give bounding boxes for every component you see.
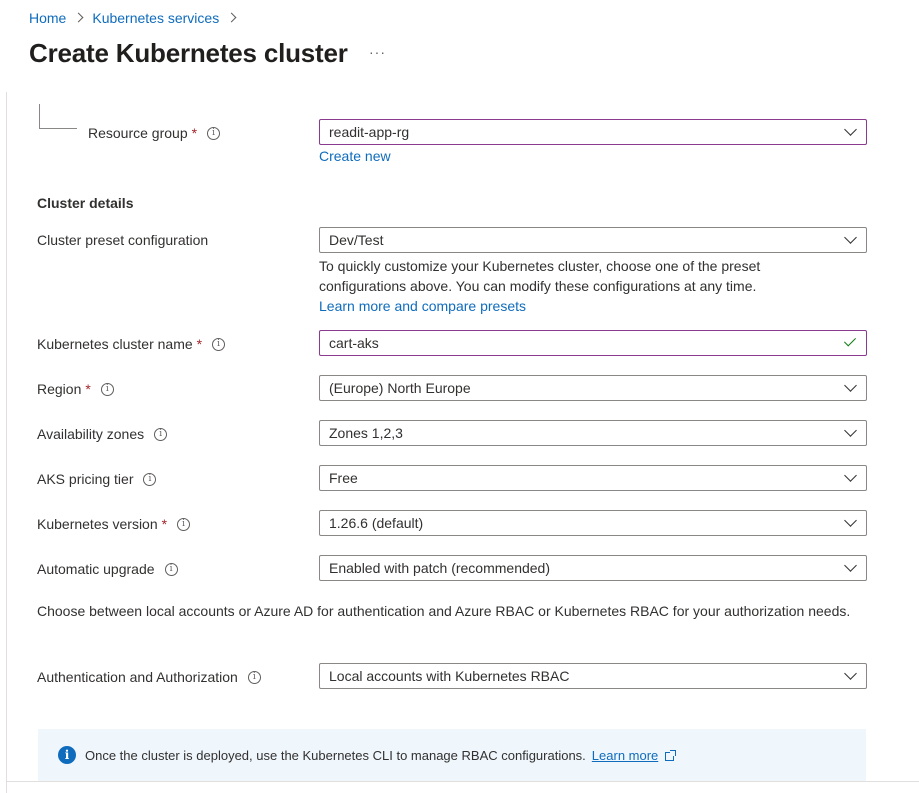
- breadcrumb-kubernetes-services-link[interactable]: Kubernetes services: [92, 10, 219, 26]
- kubernetes-version-value: 1.26.6 (default): [329, 515, 424, 531]
- region-dropdown[interactable]: (Europe) North Europe: [319, 375, 867, 401]
- auth-value: Local accounts with Kubernetes RBAC: [329, 668, 570, 684]
- kubernetes-version-dropdown[interactable]: 1.26.6 (default): [319, 510, 867, 536]
- automatic-upgrade-dropdown[interactable]: Enabled with patch (recommended): [319, 555, 867, 581]
- auth-dropdown[interactable]: Local accounts with Kubernetes RBAC: [319, 663, 867, 689]
- required-marker: *: [196, 336, 203, 352]
- info-icon[interactable]: i: [154, 427, 168, 441]
- content-divider-left: [6, 92, 7, 793]
- page-title: Create Kubernetes cluster: [29, 38, 348, 68]
- pricing-tier-value: Free: [329, 470, 358, 486]
- cluster-preset-label: Cluster preset configuration: [37, 230, 208, 250]
- required-marker: *: [191, 125, 198, 141]
- region-label-text: Region: [37, 381, 82, 397]
- kubernetes-version-label: Kubernetes version * i: [37, 514, 191, 534]
- more-options-button[interactable]: ···: [369, 44, 386, 60]
- cluster-preset-value: Dev/Test: [329, 232, 384, 248]
- automatic-upgrade-value: Enabled with patch (recommended): [329, 560, 551, 576]
- resource-group-label: Resource group * i: [88, 123, 221, 143]
- checkmark-icon: [836, 331, 866, 355]
- automatic-upgrade-label-text: Automatic upgrade: [37, 561, 155, 577]
- required-marker: *: [161, 516, 168, 532]
- kubernetes-version-label-text: Kubernetes version: [37, 516, 158, 532]
- cluster-name-input[interactable]: cart-aks: [319, 330, 867, 356]
- pricing-tier-label-text: AKS pricing tier: [37, 471, 134, 487]
- availability-zones-dropdown[interactable]: Zones 1,2,3: [319, 420, 867, 446]
- learn-more-presets-link[interactable]: Learn more and compare presets: [319, 298, 526, 314]
- tree-connector: [39, 104, 77, 129]
- chevron-down-icon[interactable]: [836, 228, 866, 252]
- pricing-tier-label: AKS pricing tier i: [37, 469, 157, 489]
- info-icon[interactable]: i: [143, 472, 157, 486]
- auth-label: Authentication and Authorization i: [37, 667, 261, 687]
- preset-help-line-1: To quickly customize your Kubernetes clu…: [319, 258, 761, 274]
- resource-group-dropdown[interactable]: readit-app-rg: [319, 119, 867, 145]
- info-icon[interactable]: i: [212, 337, 226, 351]
- info-banner: i Once the cluster is deployed, use the …: [38, 729, 866, 781]
- chevron-down-icon[interactable]: [836, 664, 866, 688]
- info-icon[interactable]: i: [100, 382, 114, 396]
- breadcrumb-home-link[interactable]: Home: [29, 10, 66, 26]
- availability-zones-label-text: Availability zones: [37, 426, 145, 442]
- pricing-tier-dropdown[interactable]: Free: [319, 465, 867, 491]
- info-icon: i: [58, 746, 76, 764]
- info-icon[interactable]: i: [177, 517, 191, 531]
- resource-group-value: readit-app-rg: [329, 124, 410, 140]
- cluster-name-value[interactable]: cart-aks: [329, 335, 836, 351]
- content-divider-bottom: [6, 781, 919, 782]
- chevron-right-icon: [75, 9, 83, 27]
- create-new-resource-group-link[interactable]: Create new: [319, 148, 391, 164]
- availability-zones-label: Availability zones i: [37, 424, 168, 444]
- preset-help-text: To quickly customize your Kubernetes clu…: [319, 256, 879, 316]
- cluster-details-heading: Cluster details: [37, 195, 134, 211]
- region-value: (Europe) North Europe: [329, 380, 471, 396]
- chevron-down-icon[interactable]: [836, 120, 866, 144]
- cluster-preset-dropdown[interactable]: Dev/Test: [319, 227, 867, 253]
- cluster-name-label-text: Kubernetes cluster name: [37, 336, 193, 352]
- chevron-down-icon[interactable]: [836, 466, 866, 490]
- cluster-preset-label-text: Cluster preset configuration: [37, 232, 209, 248]
- external-link-icon[interactable]: [665, 749, 677, 761]
- info-icon[interactable]: i: [207, 126, 221, 140]
- auth-label-text: Authentication and Authorization: [37, 669, 238, 685]
- resource-group-label-text: Resource group: [88, 125, 188, 141]
- preset-help-line-2: configurations above. You can modify the…: [319, 278, 757, 294]
- info-banner-learn-more-link[interactable]: Learn more: [592, 748, 658, 763]
- cluster-name-label: Kubernetes cluster name * i: [37, 334, 226, 354]
- region-label: Region * i: [37, 379, 114, 399]
- chevron-down-icon[interactable]: [836, 511, 866, 535]
- info-icon[interactable]: i: [164, 562, 178, 576]
- info-banner-text: Once the cluster is deployed, use the Ku…: [85, 747, 586, 763]
- auth-description: Choose between local accounts or Azure A…: [37, 603, 851, 619]
- info-icon[interactable]: i: [247, 670, 261, 684]
- chevron-down-icon[interactable]: [836, 376, 866, 400]
- breadcrumb: Home Kubernetes services: [29, 9, 245, 27]
- required-marker: *: [85, 381, 91, 397]
- chevron-down-icon[interactable]: [836, 421, 866, 445]
- chevron-down-icon[interactable]: [836, 556, 866, 580]
- availability-zones-value: Zones 1,2,3: [329, 425, 403, 441]
- chevron-right-icon: [228, 9, 236, 27]
- automatic-upgrade-label: Automatic upgrade i: [37, 559, 178, 579]
